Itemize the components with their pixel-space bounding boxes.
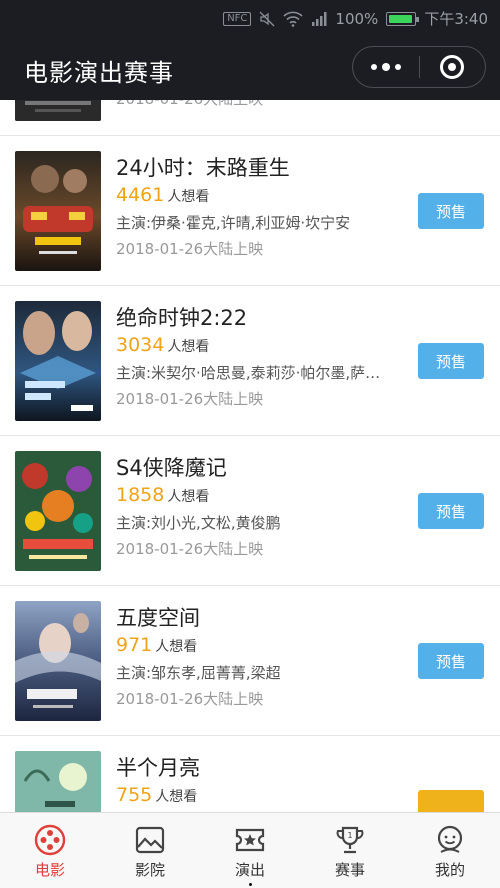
want-to-see: 3034 人想看 [116,334,209,356]
movie-actors: 主演:伊桑·霍克,许晴,利亚姆·坎宁安 [116,214,351,232]
tab-movie[interactable]: 电影 [0,813,100,888]
tab-indicator-dot [248,883,252,886]
battery-icon [386,11,420,26]
presale-button[interactable]: 预售 [418,643,484,679]
movie-poster [15,100,101,121]
film-reel-icon [34,824,66,856]
list-item[interactable]: 绝命时钟2:22 3034 人想看 主演:米契尔·哈思曼,泰莉莎·帕尔墨,萨… 2… [0,286,500,436]
miniprogram-capsule [352,46,486,88]
want-label: 人想看 [155,789,198,805]
nfc-indicator: NFC [223,11,252,26]
tab-cinema[interactable]: 影院 [100,813,200,888]
title-bar: 电影演出赛事 [0,36,500,100]
presale-button[interactable]: 预售 [418,493,484,529]
release-date: 2018-01-26大陆上映 [116,690,264,708]
ticket-star-icon [235,828,265,852]
target-icon [440,55,465,79]
presale-button[interactable]: 预售 [418,193,484,229]
release-date: 2018-01-26大陆上映 [116,540,264,558]
status-time: 下午3:40 [424,10,488,28]
status-bar: NFC 100% 下午3:40 [0,0,500,36]
wifi-icon [283,11,303,27]
movie-poster [15,451,101,571]
want-label: 人想看 [155,639,198,655]
movie-list[interactable]: 2018-01-26大陆上映 24小时：末路重生 4461人想看 主演:伊桑·霍… [0,100,500,812]
release-date: 2018-01-26大陆上映 [116,240,264,258]
movie-poster [15,601,101,721]
movie-actors: 主演:刘小光,文松,黄俊鹏 [116,514,281,532]
release-date: 2018-01-26大陆上映 [116,100,263,109]
movie-actors: 主演:米契尔·哈思曼,泰莉莎·帕尔墨,萨… [116,364,381,382]
want-label: 人想看 [167,189,210,205]
close-button[interactable] [420,55,486,79]
want-label: 人想看 [167,339,210,355]
tab-label: 赛事 [334,861,365,879]
presale-button[interactable]: 预售 [418,343,484,379]
movie-title: 绝命时钟2:22 [116,306,248,330]
buy-button-partial[interactable] [418,790,484,812]
tab-mine[interactable]: 我的 [400,813,500,888]
tab-bar: 电影 影院 演出 1 赛事 我的 [0,812,500,888]
movie-title: 五度空间 [116,606,200,630]
tab-show[interactable]: 演出 [200,813,300,888]
signal-icon [312,11,327,26]
page-title: 电影演出赛事 [24,59,174,87]
want-to-see: 971 人想看 [116,634,197,656]
movie-actors: 主演:邹东孝,屈菁菁,梁超 [116,664,281,682]
movie-title: S4侠降魔记 [116,456,227,480]
release-date: 2018-01-26大陆上映 [116,390,264,408]
battery-percent: 100% [335,9,379,28]
tab-label: 演出 [234,861,265,879]
want-count: 755 [116,784,153,806]
svg-text:1: 1 [347,831,352,840]
user-face-icon [437,825,463,853]
tab-sports[interactable]: 1 赛事 [300,813,400,888]
more-button[interactable] [353,62,419,71]
want-label: 人想看 [167,489,210,505]
want-to-see: 1858 人想看 [116,484,209,506]
picture-icon [135,826,165,854]
trophy-icon: 1 [336,826,364,854]
want-to-see: 4461 人想看 [116,184,209,206]
list-item[interactable]: 半个月亮 755 人想看 [0,736,500,812]
list-item[interactable]: 2018-01-26大陆上映 [0,100,500,136]
movie-title: 24小时：末路重生 [116,156,290,180]
movie-poster [15,151,101,271]
movie-title: 半个月亮 [116,756,200,780]
list-item[interactable]: 五度空间 971 人想看 主演:邹东孝,屈菁菁,梁超 2018-01-26大陆上映… [0,586,500,736]
list-item[interactable]: S4侠降魔记 1858 人想看 主演:刘小光,文松,黄俊鹏 2018-01-26大… [0,436,500,586]
movie-poster [15,751,101,812]
want-to-see: 755 人想看 [116,784,197,806]
tab-label: 我的 [434,861,465,879]
status-icons: NFC 100% 下午3:40 [223,8,488,29]
want-count: 3034 [116,334,165,356]
movie-poster [15,301,101,421]
list-item[interactable]: 24小时：末路重生 4461 人想看 主演:伊桑·霍克,许晴,利亚姆·坎宁安 20… [0,136,500,286]
mute-icon [259,11,275,26]
want-count: 971 [116,634,153,656]
tab-label: 电影 [34,861,65,879]
want-count: 4461 [116,184,165,206]
want-count: 1858 [116,484,165,506]
tab-label: 影院 [134,861,165,879]
